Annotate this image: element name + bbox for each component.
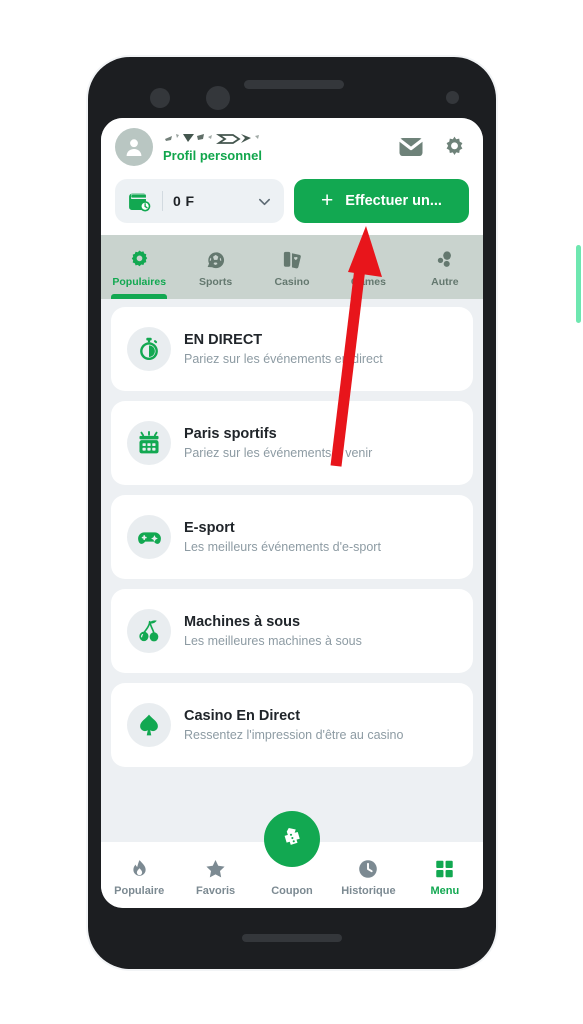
nav-item-coupon[interactable]: Coupon	[254, 811, 330, 897]
phone-frame: Profil personnel 0 F + Effectuer un... P…	[88, 57, 496, 969]
card-text: Casino En Direct Ressentez l'impression …	[184, 708, 403, 742]
nav-item-populaire[interactable]: Populaire	[101, 854, 177, 897]
phone-top-bezel	[88, 57, 496, 119]
list-item-e-sport[interactable]: E-sport Les meilleurs événements d'e-spo…	[111, 495, 473, 579]
tab-label: Casino	[274, 276, 310, 288]
football-icon	[207, 252, 225, 269]
spade-icon	[140, 714, 158, 736]
stopwatch-icon	[140, 337, 158, 361]
plus-icon: +	[321, 188, 334, 212]
card-title: Paris sportifs	[184, 426, 277, 442]
sensor-dot-icon	[446, 91, 459, 104]
tab-populaires[interactable]: Populaires	[101, 235, 177, 299]
deposit-button[interactable]: + Effectuer un...	[294, 179, 469, 223]
card-subtitle: Pariez sur les événements à venir	[184, 446, 373, 460]
balance-amount: 0 F	[173, 193, 195, 209]
identity-block: Profil personnel	[163, 132, 388, 163]
card-title: EN DIRECT	[184, 332, 263, 348]
star-icon	[206, 859, 225, 877]
nav-item-menu[interactable]: Menu	[407, 854, 483, 897]
card-subtitle: Les meilleures machines à sous	[184, 634, 362, 648]
calendar-icon	[139, 431, 159, 454]
nav-item-historique[interactable]: Historique	[330, 854, 406, 897]
nav-label: Menu	[430, 884, 460, 897]
playing-cards-icon	[283, 251, 301, 269]
card-subtitle: Les meilleurs événements d'e-sport	[184, 540, 381, 554]
nav-label: Favoris	[196, 884, 236, 897]
screenshot-stage: Profil personnel 0 F + Effectuer un... P…	[0, 0, 583, 1024]
category-tabs: Populaires Sports Casino Games Autre	[101, 235, 483, 299]
flower-star-icon	[131, 250, 147, 267]
camera-lens-icon	[150, 88, 170, 108]
app-header: Profil personnel 0 F + Effectuer un...	[101, 118, 483, 235]
envelope-icon[interactable]	[398, 136, 424, 158]
wallet-icon	[129, 193, 151, 211]
tab-active-underline	[111, 294, 168, 299]
avatar[interactable]	[115, 128, 153, 166]
nav-label: Coupon	[271, 884, 313, 897]
earpiece-speaker	[244, 80, 344, 89]
card-subtitle: Pariez sur les événements en direct	[184, 352, 383, 366]
list-item-casino-en-direct[interactable]: Casino En Direct Ressentez l'impression …	[111, 683, 473, 767]
coupon-fab-button[interactable]	[264, 811, 320, 867]
card-icon-wrap	[127, 421, 171, 465]
tab-label: Populaires	[112, 276, 167, 288]
tab-casino[interactable]: Casino	[254, 235, 330, 299]
cherries-icon	[139, 620, 159, 642]
card-text: EN DIRECT Pariez sur les événements en d…	[184, 332, 383, 366]
tab-label: Autre	[431, 276, 459, 288]
nav-label: Historique	[341, 884, 396, 897]
profile-label[interactable]: Profil personnel	[163, 148, 388, 163]
card-title: Casino En Direct	[184, 708, 301, 724]
card-text: Machines à sous Les meilleures machines …	[184, 614, 362, 648]
card-icon-wrap	[127, 609, 171, 653]
username-redacted	[163, 132, 281, 146]
card-title: Machines à sous	[184, 614, 301, 630]
bottom-navigation: Populaire Favoris Coupon Historique Menu	[101, 811, 483, 908]
nav-item-favoris[interactable]: Favoris	[177, 854, 253, 897]
list-item-en-direct[interactable]: EN DIRECT Pariez sur les événements en d…	[111, 307, 473, 391]
tab-sports[interactable]: Sports	[177, 235, 253, 299]
chevron-down-icon[interactable]	[257, 194, 272, 209]
home-indicator	[242, 934, 342, 942]
card-icon-wrap	[127, 515, 171, 559]
balance-deposit-row: 0 F + Effectuer un...	[115, 179, 469, 223]
page-scrollbar[interactable]	[576, 245, 581, 323]
card-text: E-sport Les meilleurs événements d'e-spo…	[184, 520, 381, 554]
list-item-machines-a-sous[interactable]: Machines à sous Les meilleures machines …	[111, 589, 473, 673]
gamepad-icon	[137, 531, 161, 544]
gear-icon[interactable]	[442, 135, 467, 160]
tab-autre[interactable]: Autre	[407, 235, 483, 299]
category-list: EN DIRECT Pariez sur les événements en d…	[101, 299, 483, 842]
tab-label: Games	[350, 276, 386, 288]
dice-icon	[361, 250, 375, 270]
app-screen: Profil personnel 0 F + Effectuer un... P…	[101, 118, 483, 908]
chip-divider	[162, 191, 163, 211]
card-title: E-sport	[184, 520, 235, 536]
deposit-button-label: Effectuer un...	[345, 193, 442, 209]
tab-label: Sports	[198, 276, 233, 288]
flame-icon	[133, 859, 146, 876]
person-avatar-icon	[126, 139, 142, 156]
camera-lens-icon	[206, 86, 230, 110]
clock-icon	[359, 859, 378, 878]
nav-label: Populaire	[114, 884, 165, 897]
card-text: Paris sportifs Pariez sur les événements…	[184, 426, 372, 460]
list-item-paris-sportifs[interactable]: Paris sportifs Pariez sur les événements…	[111, 401, 473, 485]
card-icon-wrap	[127, 327, 171, 371]
ticket-icon	[284, 828, 300, 845]
grid-icon	[436, 860, 454, 877]
card-subtitle: Ressentez l'impression d'être au casino	[184, 728, 404, 742]
card-icon-wrap	[127, 703, 171, 747]
dots-cluster-icon	[438, 251, 452, 267]
balance-selector[interactable]: 0 F	[115, 179, 284, 223]
header-row: Profil personnel	[115, 128, 469, 166]
header-actions	[398, 135, 469, 160]
tab-games[interactable]: Games	[330, 235, 406, 299]
